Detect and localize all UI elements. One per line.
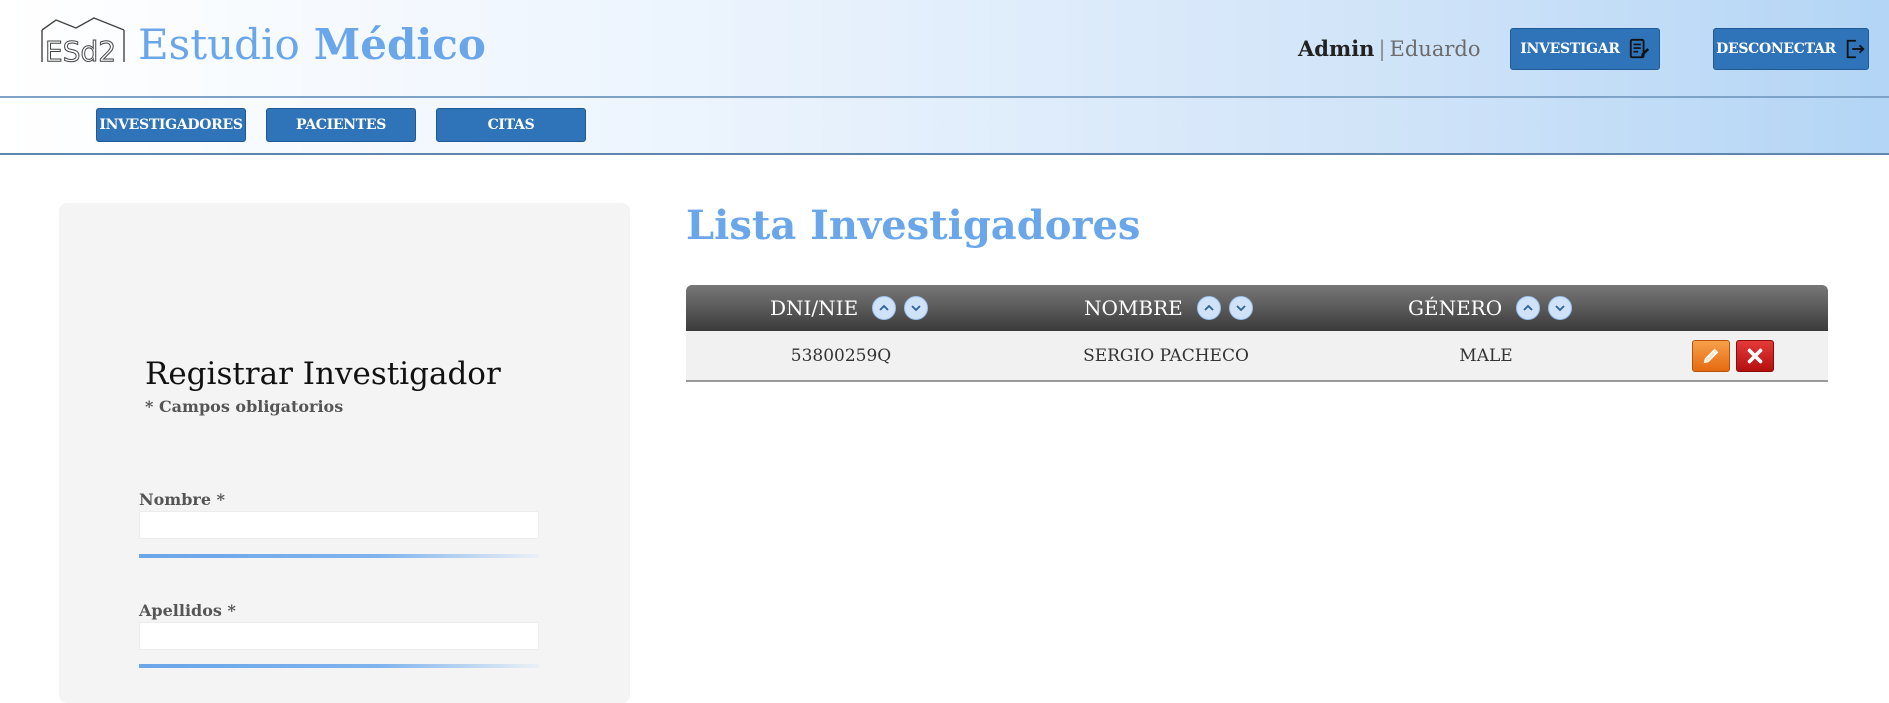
svg-text:ESd2: ESd2 [45,35,116,66]
cell-genero: MALE [1459,345,1513,366]
column-dni: DNI/NIE [770,285,929,331]
column-genero: GÉNERO [1408,285,1573,331]
nombre-label: Nombre * [139,490,225,509]
main-nav: INVESTIGADORES PACIENTES CITAS [0,98,1889,155]
column-genero-label: GÉNERO [1408,296,1503,320]
brand-word-2: Médico [313,20,486,69]
list-title: Lista Investigadores [686,202,1141,249]
sort-genero-desc-button[interactable] [1548,296,1573,320]
table-row: 53800259Q SERGIO PACHECO MALE [686,331,1828,382]
user-role: Admin [1298,36,1375,61]
cell-nombre: SERGIO PACHECO [1083,345,1249,366]
column-nombre: NOMBRE [1084,285,1253,331]
user-info: Admin | Eduardo [1298,36,1480,62]
edit-button[interactable] [1692,340,1730,372]
nav-item-investigadores[interactable]: INVESTIGADORES [96,108,246,142]
table-header: DNI/NIE NOMBRE GÉNERO [686,285,1828,331]
chevron-down-icon [1555,305,1565,312]
sort-nombre-desc-button[interactable] [1228,296,1253,320]
nav-item-pacientes[interactable]: PACIENTES [266,108,416,142]
document-edit-icon [1629,38,1649,59]
sort-genero-asc-button[interactable] [1516,296,1541,320]
chevron-down-icon [911,305,921,312]
user-name: Eduardo [1389,37,1481,61]
column-dni-label: DNI/NIE [770,296,859,320]
column-nombre-label: NOMBRE [1084,296,1183,320]
nav-item-citas[interactable]: CITAS [436,108,586,142]
form-required-note: * Campos obligatorios [145,397,344,416]
app-header: ESd2 Estudio Médico Admin | Eduardo INVESTI… [0,0,1889,98]
nombre-input[interactable] [139,511,539,539]
apellidos-underline [139,664,539,668]
cell-dni: 53800259Q [790,345,892,366]
desconectar-button[interactable]: DESCONECTAR [1713,28,1869,70]
nombre-underline [139,554,539,558]
sort-dni-asc-button[interactable] [872,296,897,320]
logout-icon [1846,39,1865,59]
brand-title[interactable]: Estudio Médico [138,20,486,70]
logo-icon: ESd2 [41,17,125,66]
apellidos-input[interactable] [139,622,539,650]
pencil-icon [1703,348,1719,364]
user-separator: | [1378,37,1386,61]
sort-dni-desc-button[interactable] [904,296,929,320]
form-title: Registrar Investigador [145,356,501,392]
desconectar-label: DESCONECTAR [1716,41,1836,57]
chevron-up-icon [1523,304,1533,311]
close-icon [1747,348,1763,364]
chevron-down-icon [1236,305,1246,312]
chevron-up-icon [1204,304,1214,311]
brand-word-1: Estudio [138,20,300,69]
investigar-button[interactable]: INVESTIGAR [1510,28,1660,70]
chevron-up-icon [879,304,889,311]
sort-nombre-asc-button[interactable] [1196,296,1221,320]
investigar-label: INVESTIGAR [1520,41,1620,57]
apellidos-label: Apellidos * [139,601,236,620]
delete-button[interactable] [1736,340,1774,372]
